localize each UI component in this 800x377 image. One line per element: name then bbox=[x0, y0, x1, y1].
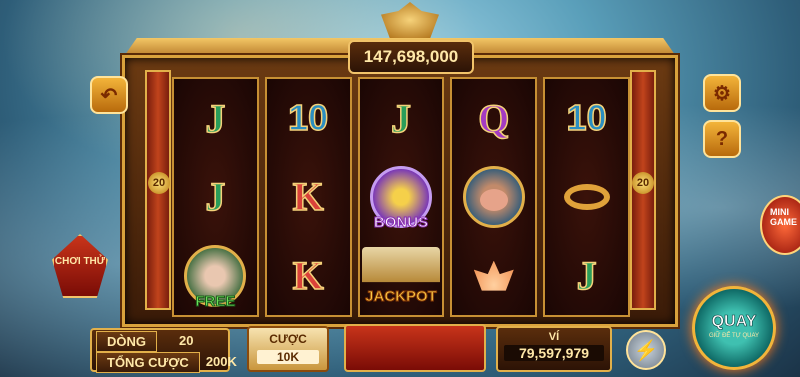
jackpot-display: 147,698,000 bbox=[348, 40, 474, 74]
jackpot-symbol: JACKPOT bbox=[361, 242, 440, 310]
line-marker-left: 20 bbox=[148, 172, 170, 194]
total-bet-row: TỔNG CƯỢC 200K bbox=[96, 352, 243, 373]
back-button[interactable]: ↶ bbox=[90, 76, 128, 114]
q-symbol-art: Q bbox=[477, 95, 510, 142]
reel-4: Q bbox=[450, 77, 538, 317]
j-symbol-art: J bbox=[205, 174, 227, 221]
reels-grid: J J FREE 10 K K J BONUS JACKPOT Q 10 J bbox=[172, 77, 630, 317]
lines-row: DÒNG 20 bbox=[96, 331, 199, 352]
ten-symbol: 10 bbox=[548, 84, 626, 152]
j-symbol-art: J bbox=[390, 95, 412, 142]
wallet-label: VÍ bbox=[548, 331, 560, 343]
ten-symbol-art: 10 bbox=[287, 97, 329, 140]
jackpot-label: JACKPOT bbox=[365, 287, 438, 305]
win-display bbox=[344, 324, 486, 372]
k-symbol-art: K bbox=[292, 252, 325, 299]
turbo-button[interactable]: ⚡ bbox=[626, 330, 666, 370]
reel-3: J BONUS JACKPOT bbox=[357, 77, 445, 317]
reel-1: J J FREE bbox=[172, 77, 259, 317]
wallet-panel: VÍ 79,597,979 bbox=[496, 326, 612, 372]
lines-label: DÒNG bbox=[96, 331, 157, 352]
k-symbol: K bbox=[269, 242, 347, 310]
free-symbol: FREE bbox=[176, 242, 254, 310]
question-icon: ? bbox=[715, 127, 729, 150]
k-symbol-art: K bbox=[292, 174, 325, 221]
golden-ring-symbol bbox=[548, 163, 626, 231]
q-symbol: Q bbox=[455, 84, 533, 152]
bet-selector[interactable]: CƯỢC 10K bbox=[247, 326, 329, 372]
line-marker-right: 20 bbox=[632, 172, 654, 194]
back-arrow-icon: ↶ bbox=[100, 84, 118, 107]
lotus-symbol bbox=[455, 242, 533, 310]
j-symbol-art: J bbox=[205, 95, 227, 142]
settings-button[interactable]: ⚙ bbox=[703, 74, 741, 112]
lines-value: 20 bbox=[179, 333, 194, 348]
gear-icon: ⚙ bbox=[713, 82, 731, 105]
free-symbol-art: FREE bbox=[184, 244, 247, 310]
ten-symbol: 10 bbox=[269, 84, 347, 152]
lotus-symbol-art bbox=[473, 260, 514, 291]
total-bet-value: 200K bbox=[205, 354, 237, 369]
j-symbol-art: J bbox=[576, 252, 598, 299]
wallet-value: 79,597,979 bbox=[504, 345, 604, 361]
pig-symbol-art bbox=[462, 165, 525, 228]
reel-5: 10 J bbox=[543, 77, 630, 317]
free-label: FREE bbox=[195, 292, 236, 310]
j-symbol: J bbox=[362, 84, 440, 152]
bet-label: CƯỢC bbox=[269, 332, 307, 346]
spin-button[interactable]: QUAY GIỮ ĐỂ TỰ QUAY bbox=[692, 286, 776, 370]
reel-2: 10 K K bbox=[264, 77, 352, 317]
total-bet-label: TỔNG CƯỢC bbox=[96, 352, 200, 373]
help-button[interactable]: ? bbox=[703, 120, 741, 158]
bonus-symbol-art: BONUS bbox=[369, 165, 432, 231]
bet-value: 10K bbox=[257, 350, 319, 364]
lightning-icon: ⚡ bbox=[633, 339, 659, 362]
bonus-label: BONUS bbox=[373, 213, 429, 231]
k-symbol: K bbox=[269, 163, 347, 231]
jackpot-symbol-art: JACKPOT bbox=[361, 246, 440, 305]
bonus-symbol: BONUS bbox=[362, 163, 440, 231]
spin-label: QUAY bbox=[711, 313, 757, 331]
spin-sublabel: GIỮ ĐỂ TỰ QUAY bbox=[708, 333, 760, 339]
golden-ring-symbol-art bbox=[563, 183, 610, 210]
j-symbol: J bbox=[176, 84, 254, 152]
pig-symbol bbox=[455, 163, 533, 231]
ten-symbol-art: 10 bbox=[566, 97, 608, 140]
j-symbol: J bbox=[548, 242, 626, 310]
j-symbol: J bbox=[176, 163, 254, 231]
